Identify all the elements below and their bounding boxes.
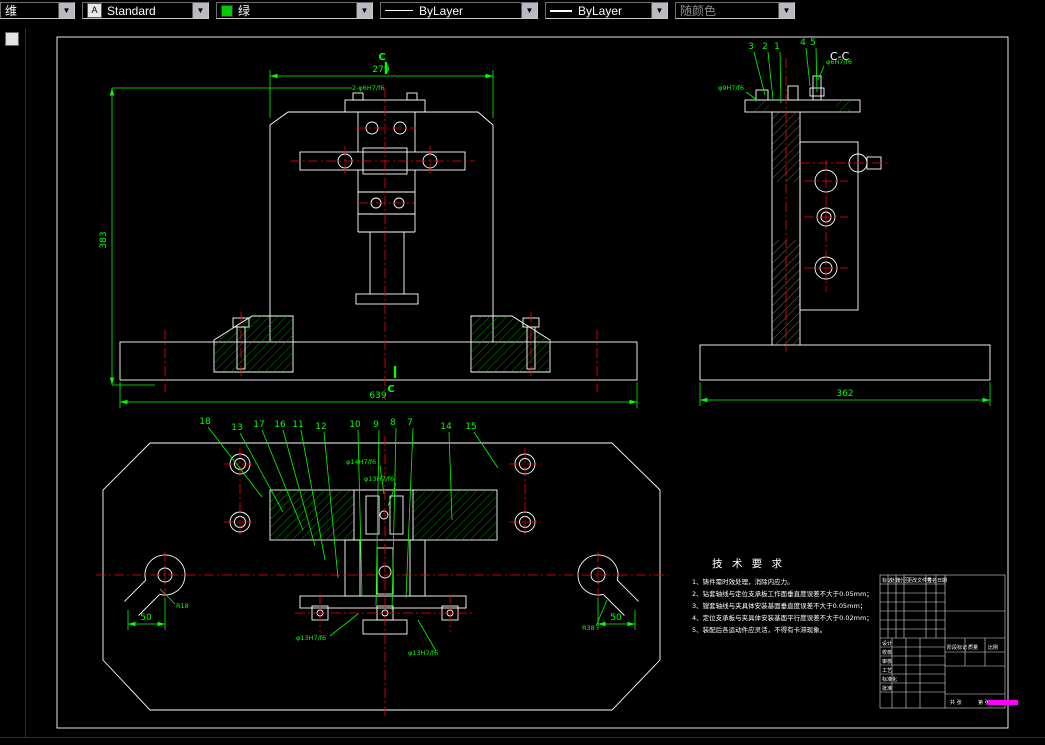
leader-line	[417, 619, 437, 652]
section-mark-bottom: C	[387, 384, 394, 395]
leader-line	[753, 51, 766, 96]
callout-number: 8	[390, 418, 396, 428]
dim-50-left: 50	[140, 613, 152, 623]
tech-req-item: 4、定位支承板与夹具体安装基面平行度误差不大于0.02mm；	[692, 613, 873, 622]
leader-line	[159, 588, 176, 605]
callout-number: 16	[274, 420, 286, 430]
title-block-label: 质量	[968, 644, 978, 651]
title-block-label: 审核	[882, 658, 892, 665]
title-block-label: 阶段标记	[947, 644, 967, 651]
callout-number: 7	[407, 418, 413, 428]
leader-line	[805, 47, 811, 87]
callout-number: 9	[373, 420, 379, 430]
dim-362: 362	[836, 389, 853, 399]
callout-number: 11	[292, 420, 303, 430]
leader-line	[779, 51, 782, 104]
tech-req-item: 2、钻套轴线与定位支承板工作面垂直度误差不大于0.05mm；	[692, 589, 873, 598]
callout-number: 5	[810, 38, 816, 48]
tech-req-item: 5、装配后各运动件应灵活，不得有卡滞现象。	[692, 625, 826, 634]
front-view: 279 383 639 C C	[99, 52, 638, 408]
callout-number: 3	[748, 42, 754, 52]
leader-line	[391, 427, 397, 611]
callout-number: 17	[253, 420, 264, 430]
dim-279: 279	[372, 65, 389, 75]
leader-line	[473, 431, 499, 469]
tech-req-item: 3、镗套轴线与夹具体安装基面垂直度误差不大于0.05mm；	[692, 601, 866, 610]
title-block-label: 设计	[882, 640, 892, 647]
side-view: 362 C-C 32145	[699, 38, 991, 406]
side-callouts: 321 45	[748, 38, 818, 104]
leader-line	[329, 613, 359, 637]
leader-line	[815, 47, 818, 93]
leader-line	[745, 91, 758, 101]
sheet-frame	[56, 36, 1009, 729]
title-block-label: 第 张	[978, 699, 990, 706]
annotation-label: φ6H7/f6	[826, 58, 852, 66]
callout-number: 15	[465, 422, 476, 432]
dim-383: 383	[99, 231, 109, 248]
tech-req-title: 技 术 要 求	[712, 557, 785, 570]
callout-number: 12	[315, 422, 326, 432]
callout-number: 1	[774, 42, 780, 52]
annotation-label: R38	[582, 624, 595, 632]
section-mark-top: C	[378, 52, 385, 63]
plan-view: 50 50 18 13 17 16 11 12 10 9 8 7 14 15	[96, 417, 668, 716]
magenta-stamp	[988, 700, 1018, 705]
title-block-label: 共 张	[950, 699, 962, 706]
annotation-label: φ13H7/f6	[296, 634, 326, 642]
title-block-label: 日期	[937, 578, 947, 584]
title-block-label: 标准化	[882, 676, 897, 683]
front-dimensions	[109, 62, 638, 408]
dim-50-right: 50	[610, 613, 622, 623]
annotation-label: φ9H7/f6	[718, 84, 744, 92]
leader-line	[405, 427, 414, 599]
annotation-label: R18	[176, 602, 189, 610]
callout-number: 10	[349, 420, 361, 430]
callout-number: 18	[199, 417, 211, 427]
annotation-label: φ14H7/f6	[346, 458, 376, 466]
title-block-label: 工艺	[882, 668, 892, 674]
leader-line	[375, 429, 380, 607]
annotation-label: 2-φ6H7/f6	[352, 84, 385, 92]
leader-line	[239, 432, 284, 513]
plan-dimensions	[127, 598, 636, 630]
callout-number: 2	[762, 42, 768, 52]
annotation-label: φ13H7/f6	[364, 475, 394, 483]
callout-number: 4	[800, 38, 806, 48]
callout-number: 13	[231, 423, 242, 433]
annotation-label: φ13H7/f6	[408, 649, 438, 657]
leader-line	[207, 426, 263, 498]
dim-639: 639	[369, 391, 386, 401]
drawing-canvas[interactable]: 279 383 639 C C 362 C-C 3 2 1 4 5 50 50 …	[0, 0, 1045, 745]
cad-application-window: 维 ▼ A Standard ▼ 绿 ▼ ByLayer ▼ ByLayer ▼	[0, 0, 1045, 745]
title-block-label: 比例	[988, 644, 998, 651]
tech-req-item: 1、铸件需时效处理，消除内应力。	[692, 577, 794, 586]
title-block: 标记处数分区更改文件号签名 日期设计校核审核工艺标准化批准阶段标记 质量 比例共 张第…	[879, 574, 1018, 709]
right-slot	[577, 554, 639, 616]
leader-line	[767, 51, 774, 100]
technical-requirements: 技 术 要 求 1、铸件需时效处理，消除内应力。 2、钻套轴线与定位支承板工作面垂…	[692, 557, 873, 634]
title-block-label: 校核	[882, 649, 892, 656]
title-block-label: 批准	[882, 685, 892, 692]
title-block-label: 签名	[927, 577, 937, 584]
callout-number: 14	[440, 422, 452, 432]
